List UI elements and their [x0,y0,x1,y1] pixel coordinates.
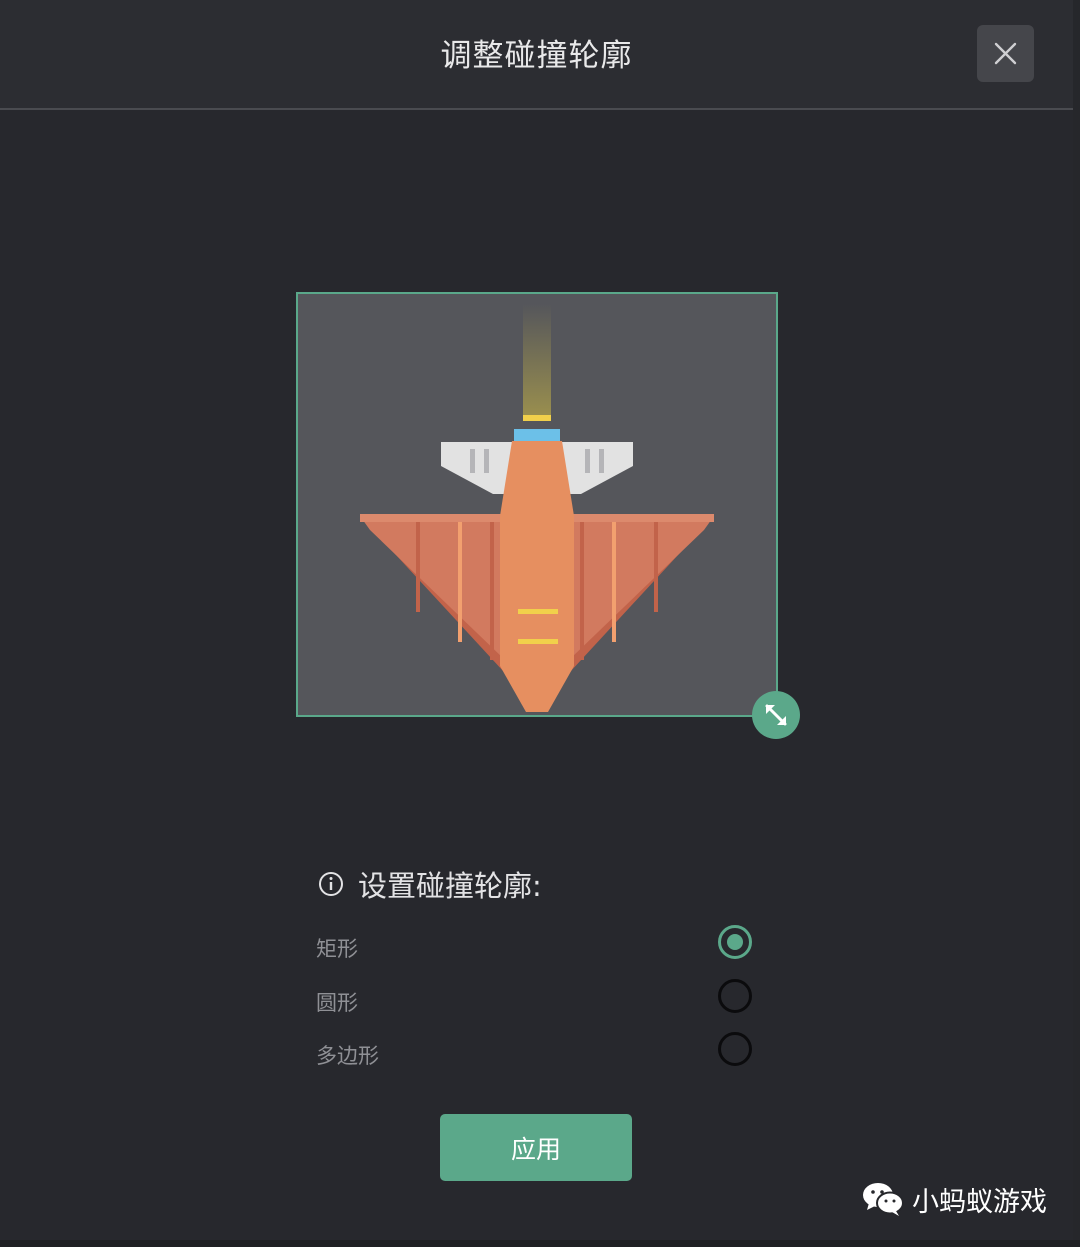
close-button[interactable] [977,25,1034,82]
radio-polygon[interactable] [718,1032,752,1066]
bottom-border [0,1240,1080,1247]
dialog-title: 调整碰撞轮廓 [440,38,633,74]
option-label: 圆形 [316,991,358,1015]
option-label: 多边形 [316,1044,379,1068]
watermark-text: 小蚂蚁游戏 [912,1186,1047,1218]
info-icon [319,872,343,896]
collision-section-heading: 设置碰撞轮廓: [318,864,542,904]
resize-handle[interactable] [752,691,800,739]
option-circle[interactable]: 圆形 [316,979,760,1023]
resize-arrows-icon [765,704,787,726]
dialog-header: 调整碰撞轮廓 [0,0,1073,110]
option-polygon[interactable]: 多边形 [316,1032,760,1076]
spaceship-sprite [360,304,714,712]
option-label: 矩形 [316,937,358,961]
option-rectangle[interactable]: 矩形 [316,925,760,969]
apply-button[interactable]: 应用 [440,1114,632,1181]
collision-heading-text: 设置碰撞轮廓: [358,869,542,903]
close-icon [994,42,1017,65]
wechat-icon [863,1183,904,1216]
watermark: 小蚂蚁游戏 [862,1176,1047,1222]
collision-dialog: 调整碰撞轮廓 设置碰撞轮廓: 矩形 圆形 多边形 应用 [0,0,1073,1240]
collision-preview-box[interactable] [296,292,778,717]
radio-rectangle[interactable] [718,925,752,959]
radio-circle[interactable] [718,979,752,1013]
